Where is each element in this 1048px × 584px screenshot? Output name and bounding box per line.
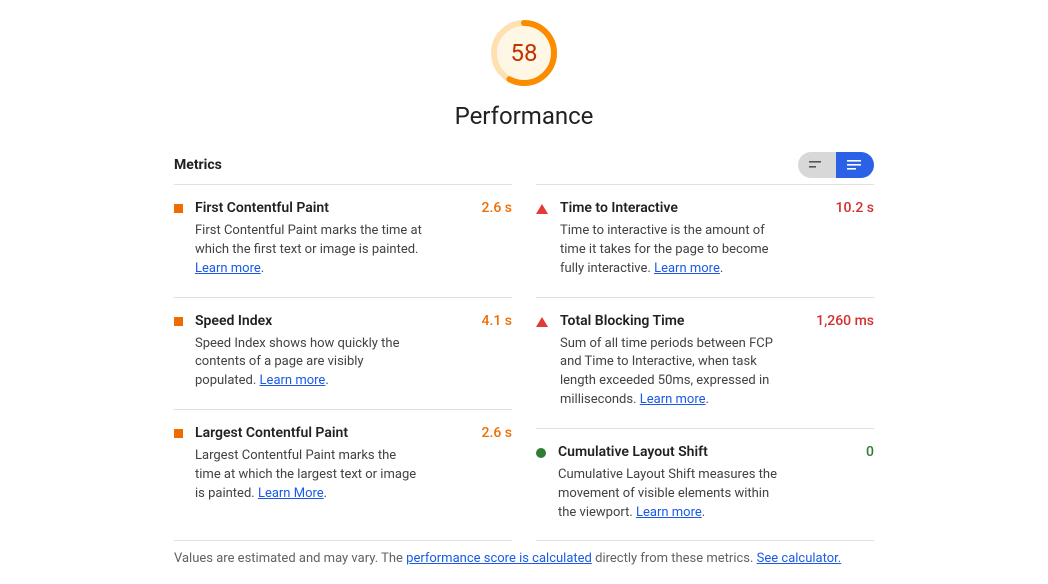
metric-title: First Contentful Paint bbox=[195, 200, 329, 216]
metrics-grid: First Contentful Paint 2.6 s First Conte… bbox=[174, 184, 874, 540]
metrics-col-right: Time to Interactive 10.2 s Time to inter… bbox=[536, 184, 874, 540]
triangle-icon bbox=[536, 317, 548, 327]
learn-more-link[interactable]: Learn more bbox=[260, 373, 326, 388]
metric-value: 2.6 s bbox=[482, 425, 513, 441]
metric-si: Speed Index 4.1 s Speed Index shows how … bbox=[174, 297, 512, 410]
metric-title: Total Blocking Time bbox=[560, 313, 684, 329]
score-calculation-link[interactable]: performance score is calculated bbox=[406, 551, 592, 566]
learn-more-link[interactable]: Learn more bbox=[640, 392, 706, 407]
square-icon bbox=[174, 429, 183, 438]
metric-desc: First Contentful Paint marks the time at… bbox=[195, 222, 425, 279]
gauge-title: Performance bbox=[455, 102, 594, 130]
learn-more-link[interactable]: Learn more bbox=[654, 261, 720, 276]
metric-title: Largest Contentful Paint bbox=[195, 425, 348, 441]
metric-title: Speed Index bbox=[195, 313, 272, 329]
learn-more-link[interactable]: Learn More bbox=[258, 486, 324, 501]
gauge-section: 58 Performance bbox=[174, 18, 874, 130]
metric-value: 0 bbox=[866, 444, 874, 460]
metric-value: 2.6 s bbox=[482, 200, 513, 216]
metric-desc: Time to interactive is the amount of tim… bbox=[560, 222, 790, 279]
metric-value: 10.2 s bbox=[836, 200, 874, 216]
toggle-collapse-button[interactable] bbox=[798, 152, 836, 178]
metric-desc: Cumulative Layout Shift measures the mov… bbox=[558, 466, 788, 523]
metric-fcp: First Contentful Paint 2.6 s First Conte… bbox=[174, 184, 512, 297]
description-toggle bbox=[798, 152, 874, 178]
metric-desc-text: First Contentful Paint marks the time at… bbox=[195, 223, 422, 257]
learn-more-link[interactable]: Learn more bbox=[636, 505, 702, 520]
metrics-label: Metrics bbox=[174, 157, 222, 173]
metrics-col-left: First Contentful Paint 2.6 s First Conte… bbox=[174, 184, 512, 540]
learn-more-link[interactable]: Learn more bbox=[195, 261, 261, 276]
footnote-prefix: Values are estimated and may vary. The bbox=[174, 551, 406, 566]
footnote: Values are estimated and may vary. The p… bbox=[174, 541, 874, 566]
metric-value: 4.1 s bbox=[482, 313, 513, 329]
metric-tbt: Total Blocking Time 1,260 ms Sum of all … bbox=[536, 297, 874, 428]
triangle-icon bbox=[536, 204, 548, 214]
metric-desc: Speed Index shows how quickly the conten… bbox=[195, 335, 425, 392]
metrics-header: Metrics bbox=[174, 152, 874, 178]
metric-value: 1,260 ms bbox=[816, 313, 874, 329]
short-lines-icon bbox=[809, 159, 825, 171]
long-lines-icon bbox=[847, 159, 863, 171]
metric-title: Cumulative Layout Shift bbox=[558, 444, 708, 460]
metric-title: Time to Interactive bbox=[560, 200, 678, 216]
metric-tti: Time to Interactive 10.2 s Time to inter… bbox=[536, 184, 874, 297]
metric-lcp: Largest Contentful Paint 2.6 s Largest C… bbox=[174, 409, 512, 522]
metric-desc: Sum of all time periods between FCP and … bbox=[560, 335, 790, 410]
metric-desc: Largest Contentful Paint marks the time … bbox=[195, 447, 425, 504]
footnote-middle: directly from these metrics. bbox=[592, 551, 757, 566]
circle-icon bbox=[536, 448, 546, 458]
toggle-expand-button[interactable] bbox=[836, 152, 874, 178]
square-icon bbox=[174, 317, 183, 326]
performance-report: 58 Performance Metrics bbox=[174, 0, 874, 566]
score-gauge: 58 bbox=[489, 18, 559, 88]
see-calculator-link[interactable]: See calculator. bbox=[757, 551, 842, 566]
gauge-score: 58 bbox=[489, 18, 559, 88]
square-icon bbox=[174, 204, 183, 213]
metric-cls: Cumulative Layout Shift 0 Cumulative Lay… bbox=[536, 428, 874, 541]
